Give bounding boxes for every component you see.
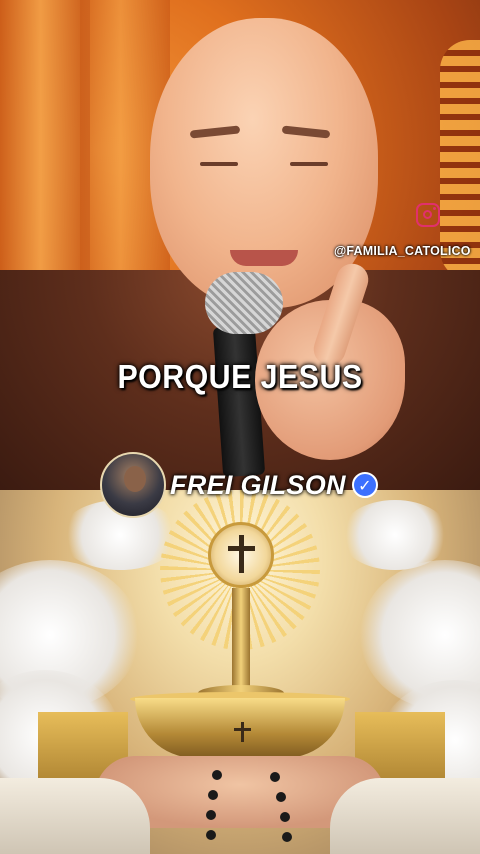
chalice-cross-icon xyxy=(241,722,244,742)
video-caption: PORQUE JESUS xyxy=(117,358,363,395)
creator-badge[interactable]: FREI GILSON ✓ xyxy=(100,452,378,518)
rosary-bead xyxy=(208,790,218,800)
chalice-cross-icon-bar xyxy=(234,728,251,731)
right-eye xyxy=(290,162,328,166)
cross-icon-bar xyxy=(228,546,255,551)
video-frame: @FAMILIA_CATOLICO PORQUE JESUS FREI GILS… xyxy=(0,0,480,854)
instagram-icon[interactable] xyxy=(416,203,440,227)
rosary-bead xyxy=(276,792,286,802)
creator-name[interactable]: FREI GILSON xyxy=(170,470,346,501)
rosary-bead xyxy=(206,810,216,820)
sleeve-right xyxy=(330,778,480,854)
microphone-icon xyxy=(205,272,283,334)
verified-check-icon: ✓ xyxy=(351,472,378,498)
monstrance-stem xyxy=(232,588,250,698)
instagram-handle[interactable]: @FAMILIA_CATOLICO xyxy=(334,244,471,258)
left-eye xyxy=(200,162,238,166)
rosary-bead xyxy=(282,832,292,842)
cross-icon xyxy=(239,535,244,573)
rosary-bead xyxy=(206,830,216,840)
avatar[interactable] xyxy=(100,452,166,518)
rosary-bead xyxy=(212,770,222,780)
sleeve-left xyxy=(0,778,150,854)
rosary-bead xyxy=(280,812,290,822)
mouth xyxy=(230,250,298,266)
rosary-bead xyxy=(270,772,280,782)
